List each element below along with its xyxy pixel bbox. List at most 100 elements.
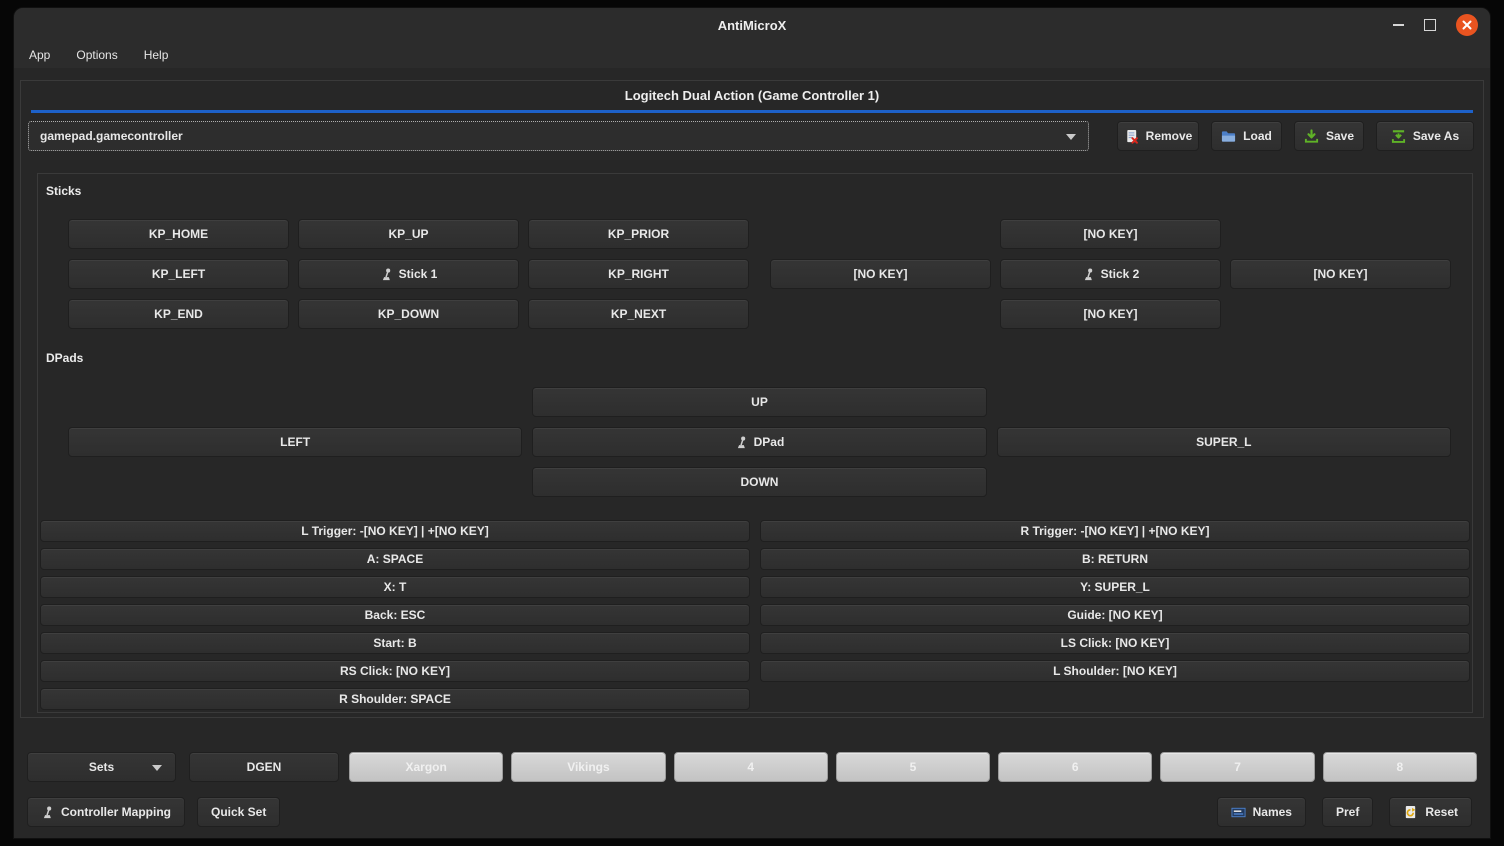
stick2-up-button[interactable]: [NO KEY] <box>1000 219 1221 249</box>
dpad-center-label: DPad <box>754 435 785 449</box>
stick1-up-right-button[interactable]: KP_PRIOR <box>528 219 749 249</box>
rs-click-button[interactable]: RS Click: [NO KEY] <box>40 660 750 682</box>
folder-open-icon <box>1221 129 1236 144</box>
window-title: AntiMicroX <box>718 18 787 33</box>
save-button-label: Save <box>1326 129 1354 143</box>
window-controls <box>1393 8 1478 42</box>
set-tab-dgen[interactable]: DGEN <box>189 752 339 782</box>
pref-button[interactable]: Pref <box>1322 797 1373 827</box>
dpad-left-button[interactable]: LEFT <box>68 427 522 457</box>
close-x-icon <box>1462 20 1472 30</box>
document-revert-icon <box>1403 805 1418 820</box>
b-button[interactable]: B: RETURN <box>760 548 1470 570</box>
dpad-down-button[interactable]: DOWN <box>532 467 986 497</box>
save-as-button-label: Save As <box>1413 129 1459 143</box>
save-button[interactable]: Save <box>1294 121 1364 151</box>
ls-click-button[interactable]: LS Click: [NO KEY] <box>760 632 1470 654</box>
dpad-center-button[interactable]: DPad <box>532 427 986 457</box>
stick2-grid: [NO KEY] [NO KEY] Stick 2 [NO KEY] [NO K… <box>770 219 1451 329</box>
sets-dropdown[interactable]: Sets <box>27 752 176 782</box>
names-button[interactable]: Names <box>1217 797 1306 827</box>
controller-tab-panel: Logitech Dual Action (Game Controller 1)… <box>20 80 1484 718</box>
save-as-button[interactable]: Save As <box>1376 121 1474 151</box>
y-button[interactable]: Y: SUPER_L <box>760 576 1470 598</box>
text-field-icon <box>1231 805 1246 820</box>
stick2-left-button[interactable]: [NO KEY] <box>770 259 991 289</box>
r-shoulder-button[interactable]: R Shoulder: SPACE <box>40 688 750 710</box>
stick2-down-button[interactable]: [NO KEY] <box>1000 299 1221 329</box>
assignments-grid: L Trigger: -[NO KEY] | +[NO KEY] R Trigg… <box>40 520 1470 710</box>
footer-left: Controller Mapping Quick Set <box>27 797 280 827</box>
dpad-right-button[interactable]: SUPER_L <box>997 427 1451 457</box>
set-tab-5[interactable]: 5 <box>836 752 990 782</box>
profile-row: gamepad.gamecontroller Remove Load Sav <box>28 121 1474 151</box>
stick1-up-button[interactable]: KP_UP <box>298 219 519 249</box>
set-tab-vikings[interactable]: Vikings <box>511 752 665 782</box>
minimize-icon[interactable] <box>1393 24 1404 26</box>
menu-options[interactable]: Options <box>76 48 117 62</box>
reset-label: Reset <box>1425 805 1458 819</box>
footer-right: Names Pref Reset <box>1217 797 1472 827</box>
save-icon <box>1304 129 1319 144</box>
pref-label: Pref <box>1336 805 1359 819</box>
app-window: AntiMicroX App Options Help Logitech Dua… <box>14 8 1490 838</box>
profile-combobox-value: gamepad.gamecontroller <box>40 129 183 143</box>
stick1-center-button[interactable]: Stick 1 <box>298 259 519 289</box>
stick1-down-button[interactable]: KP_DOWN <box>298 299 519 329</box>
stick1-right-button[interactable]: KP_RIGHT <box>528 259 749 289</box>
stick1-up-left-button[interactable]: KP_HOME <box>68 219 289 249</box>
load-button-label: Load <box>1243 129 1272 143</box>
load-button[interactable]: Load <box>1211 121 1282 151</box>
dpad-grid: UP LEFT DPad SUPER_L DOWN <box>68 387 1451 497</box>
menu-app[interactable]: App <box>29 48 50 62</box>
sets-row: Sets DGEN Xargon Vikings 4 5 6 7 8 <box>27 752 1477 782</box>
set-tab-8[interactable]: 8 <box>1323 752 1477 782</box>
stick1-center-label: Stick 1 <box>399 267 438 281</box>
l-shoulder-button[interactable]: L Shoulder: [NO KEY] <box>760 660 1470 682</box>
title-bar[interactable]: AntiMicroX <box>14 8 1490 42</box>
stick2-right-button[interactable]: [NO KEY] <box>1230 259 1451 289</box>
joystick-icon <box>41 806 54 819</box>
set-tab-6[interactable]: 6 <box>998 752 1152 782</box>
quick-set-button[interactable]: Quick Set <box>197 797 280 827</box>
stick2-center-label: Stick 2 <box>1101 267 1140 281</box>
joystick-icon <box>380 268 393 281</box>
maximize-icon[interactable] <box>1424 19 1436 31</box>
controller-mapping-button[interactable]: Controller Mapping <box>27 797 185 827</box>
set-tab-4[interactable]: 4 <box>674 752 828 782</box>
tab-active-indicator <box>31 110 1473 113</box>
l-trigger-button[interactable]: L Trigger: -[NO KEY] | +[NO KEY] <box>40 520 750 542</box>
sticks-heading: Sticks <box>46 184 81 198</box>
stick1-left-button[interactable]: KP_LEFT <box>68 259 289 289</box>
joystick-icon <box>1082 268 1095 281</box>
sets-dropdown-label: Sets <box>89 760 114 774</box>
sticks-section: KP_HOME KP_UP KP_PRIOR KP_LEFT Stick 1 K… <box>68 219 1451 329</box>
stick1-down-left-button[interactable]: KP_END <box>68 299 289 329</box>
menu-bar: App Options Help <box>14 42 1490 68</box>
names-label: Names <box>1253 805 1292 819</box>
stick1-down-right-button[interactable]: KP_NEXT <box>528 299 749 329</box>
set-tab-xargon[interactable]: Xargon <box>349 752 503 782</box>
close-button[interactable] <box>1456 14 1478 36</box>
controller-mapping-label: Controller Mapping <box>61 805 171 819</box>
remove-button[interactable]: Remove <box>1117 121 1199 151</box>
r-trigger-button[interactable]: R Trigger: -[NO KEY] | +[NO KEY] <box>760 520 1470 542</box>
profile-combobox[interactable]: gamepad.gamecontroller <box>28 121 1089 151</box>
x-button[interactable]: X: T <box>40 576 750 598</box>
guide-button[interactable]: Guide: [NO KEY] <box>760 604 1470 626</box>
dpad-up-button[interactable]: UP <box>532 387 986 417</box>
menu-help[interactable]: Help <box>144 48 169 62</box>
chevron-down-icon <box>152 765 162 771</box>
save-as-icon <box>1391 129 1406 144</box>
reset-button[interactable]: Reset <box>1389 797 1472 827</box>
start-button[interactable]: Start: B <box>40 632 750 654</box>
a-button[interactable]: A: SPACE <box>40 548 750 570</box>
controller-tab-title[interactable]: Logitech Dual Action (Game Controller 1) <box>21 88 1483 103</box>
set-tab-7[interactable]: 7 <box>1160 752 1314 782</box>
remove-button-label: Remove <box>1146 129 1193 143</box>
mapping-frame: Sticks KP_HOME KP_UP KP_PRIOR KP_LEFT St… <box>37 173 1473 713</box>
stick2-center-button[interactable]: Stick 2 <box>1000 259 1221 289</box>
stick1-grid: KP_HOME KP_UP KP_PRIOR KP_LEFT Stick 1 K… <box>68 219 749 329</box>
chevron-down-icon <box>1066 134 1076 140</box>
back-button[interactable]: Back: ESC <box>40 604 750 626</box>
